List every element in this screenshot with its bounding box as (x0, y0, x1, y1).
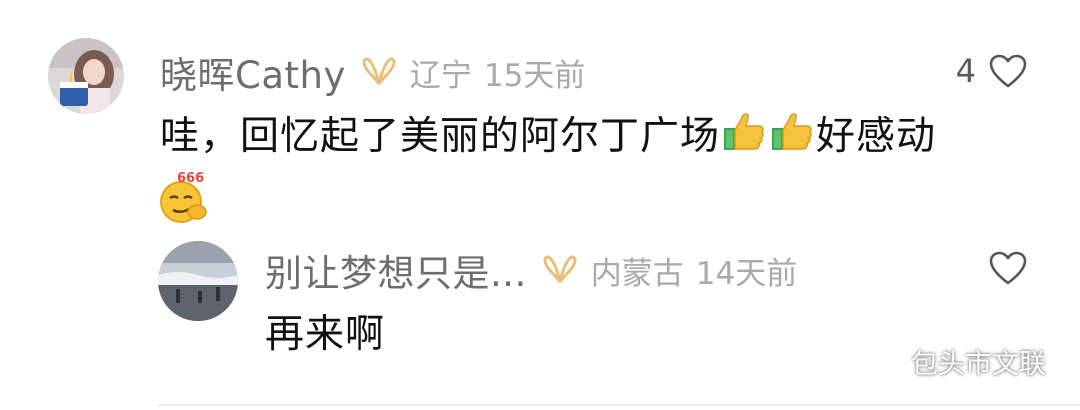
heart-icon[interactable] (988, 53, 1028, 89)
comment-text-part: 哇，回忆起了美丽的阿尔丁广场 (160, 114, 721, 159)
svg-text:666: 666 (177, 171, 204, 186)
comment-text: 哇，回忆起了美丽的阿尔丁广场 好感动 (160, 108, 1040, 169)
thumbs-up-icon (769, 108, 815, 169)
reply-username[interactable]: 别让梦想只是... (265, 243, 527, 297)
thumbs-up-icon (721, 108, 767, 169)
like-button[interactable]: 4 (956, 52, 1028, 90)
fan-badge-icon (541, 254, 579, 286)
comment-text-part: 好感动 (816, 114, 937, 159)
reply-location-label: 内蒙古 (590, 255, 684, 292)
reply-user-avatar[interactable] (158, 241, 238, 321)
watermark-text: 包头市文联 (911, 349, 1046, 380)
comment-meta: 晓晖Cathy 辽宁 15天前 (160, 47, 585, 97)
divider (158, 404, 1080, 406)
fan-badge-icon (360, 56, 398, 88)
user-avatar[interactable] (48, 38, 124, 114)
wechat-icon (861, 346, 902, 376)
heart-icon[interactable] (988, 250, 1028, 286)
666-emoji-icon: 666 (157, 168, 213, 226)
reply-like-button[interactable] (988, 250, 1028, 286)
reply-meta: 别让梦想只是... 内蒙古 14天前 (265, 245, 797, 295)
timestamp: 15天前 (483, 57, 586, 94)
location-label: 辽宁 (409, 57, 472, 94)
comment-section: 晓晖Cathy 辽宁 15天前 4 哇，回忆起了美丽的阿尔丁广场 好感动 666… (0, 0, 1080, 410)
like-count: 4 (955, 52, 976, 90)
username[interactable]: 晓晖Cathy (160, 45, 346, 99)
watermark: 包头市文联 (861, 342, 1046, 381)
reply-text: 再来啊 (265, 312, 386, 357)
reply-timestamp: 14天前 (695, 255, 798, 292)
